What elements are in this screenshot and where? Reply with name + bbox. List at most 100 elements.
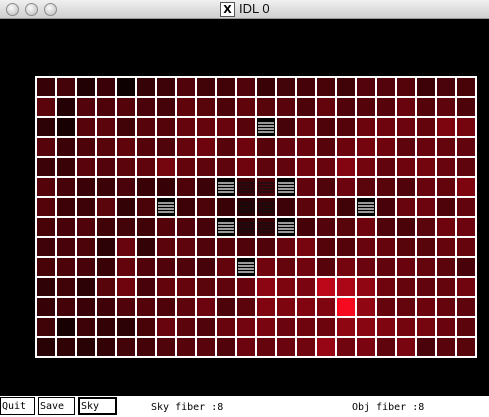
fiber-cell[interactable] xyxy=(75,216,97,238)
zoom-window-button[interactable] xyxy=(44,3,57,16)
fiber-cell[interactable] xyxy=(115,296,137,318)
fiber-cell[interactable] xyxy=(35,76,57,98)
fiber-cell[interactable] xyxy=(115,236,137,258)
fiber-cell[interactable] xyxy=(35,136,57,158)
fiber-cell[interactable] xyxy=(415,276,437,298)
fiber-cell[interactable] xyxy=(375,316,397,338)
fiber-cell[interactable] xyxy=(235,336,257,358)
fiber-cell[interactable] xyxy=(155,216,177,238)
fiber-cell[interactable] xyxy=(215,136,237,158)
fiber-cell[interactable] xyxy=(335,96,357,118)
fiber-cell[interactable] xyxy=(335,156,357,178)
fiber-cell[interactable] xyxy=(415,96,437,118)
fiber-cell[interactable] xyxy=(35,156,57,178)
fiber-cell[interactable] xyxy=(355,76,377,98)
fiber-cell[interactable] xyxy=(355,256,377,278)
fiber-cell[interactable] xyxy=(415,336,437,358)
fiber-cell[interactable] xyxy=(335,256,357,278)
fiber-cell[interactable] xyxy=(175,76,197,98)
fiber-cell[interactable] xyxy=(315,276,337,298)
fiber-cell[interactable] xyxy=(395,96,417,118)
fiber-cell[interactable] xyxy=(255,136,277,158)
fiber-cell[interactable] xyxy=(155,116,177,138)
fiber-cell[interactable] xyxy=(355,316,377,338)
fiber-cell[interactable] xyxy=(175,96,197,118)
fiber-cell[interactable] xyxy=(455,236,477,258)
fiber-cell[interactable] xyxy=(75,316,97,338)
quit-button[interactable]: Quit xyxy=(0,397,35,415)
plot-canvas[interactable] xyxy=(0,19,489,395)
fiber-cell[interactable] xyxy=(215,196,237,218)
fiber-cell[interactable] xyxy=(55,196,77,218)
fiber-cell[interactable] xyxy=(215,336,237,358)
fiber-cell[interactable] xyxy=(175,136,197,158)
fiber-cell[interactable] xyxy=(75,236,97,258)
fiber-cell[interactable] xyxy=(155,276,177,298)
fiber-cell[interactable] xyxy=(155,96,177,118)
fiber-cell[interactable] xyxy=(295,196,317,218)
fiber-cell[interactable] xyxy=(215,256,237,278)
sky-fiber-cell[interactable] xyxy=(215,176,237,198)
fiber-cell[interactable] xyxy=(75,336,97,358)
fiber-cell[interactable] xyxy=(335,236,357,258)
fiber-cell[interactable] xyxy=(215,76,237,98)
fiber-cell[interactable] xyxy=(135,176,157,198)
fiber-cell[interactable] xyxy=(235,76,257,98)
fiber-cell[interactable] xyxy=(275,296,297,318)
fiber-cell[interactable] xyxy=(75,136,97,158)
fiber-cell[interactable] xyxy=(195,116,217,138)
fiber-cell[interactable] xyxy=(135,156,157,178)
fiber-cell[interactable] xyxy=(255,76,277,98)
fiber-cell[interactable] xyxy=(295,256,317,278)
fiber-cell[interactable] xyxy=(175,316,197,338)
close-window-button[interactable] xyxy=(6,3,19,16)
fiber-cell[interactable] xyxy=(115,96,137,118)
fiber-cell[interactable] xyxy=(235,156,257,178)
sky-fiber-cell[interactable] xyxy=(255,116,277,138)
fiber-cell[interactable] xyxy=(235,276,257,298)
fiber-cell[interactable] xyxy=(275,136,297,158)
fiber-cell[interactable] xyxy=(375,156,397,178)
fiber-cell[interactable] xyxy=(115,196,137,218)
fiber-cell[interactable] xyxy=(35,276,57,298)
object-fiber-cell[interactable] xyxy=(235,196,257,218)
fiber-cell[interactable] xyxy=(455,216,477,238)
object-fiber-cell[interactable] xyxy=(255,196,277,218)
fiber-cell[interactable] xyxy=(135,136,157,158)
fiber-cell[interactable] xyxy=(395,256,417,278)
fiber-cell[interactable] xyxy=(135,336,157,358)
fiber-cell[interactable] xyxy=(75,276,97,298)
fiber-cell[interactable] xyxy=(55,216,77,238)
fiber-cell[interactable] xyxy=(135,196,157,218)
fiber-cell[interactable] xyxy=(275,316,297,338)
fiber-cell[interactable] xyxy=(255,256,277,278)
sky-fiber-cell[interactable] xyxy=(275,176,297,198)
fiber-cell[interactable] xyxy=(275,336,297,358)
fiber-cell[interactable] xyxy=(55,336,77,358)
fiber-cell[interactable] xyxy=(375,76,397,98)
fiber-cell[interactable] xyxy=(175,336,197,358)
fiber-cell[interactable] xyxy=(295,156,317,178)
fiber-cell[interactable] xyxy=(235,116,257,138)
sky-button[interactable]: Sky xyxy=(78,397,117,415)
fiber-cell[interactable] xyxy=(95,216,117,238)
fiber-cell[interactable] xyxy=(235,136,257,158)
fiber-cell[interactable] xyxy=(455,276,477,298)
fiber-cell[interactable] xyxy=(215,96,237,118)
fiber-cell[interactable] xyxy=(195,296,217,318)
fiber-cell[interactable] xyxy=(95,236,117,258)
fiber-cell[interactable] xyxy=(95,256,117,278)
fiber-cell[interactable] xyxy=(375,176,397,198)
fiber-cell[interactable] xyxy=(195,156,217,178)
fiber-cell[interactable] xyxy=(195,336,217,358)
fiber-cell[interactable] xyxy=(115,276,137,298)
sky-fiber-cell[interactable] xyxy=(275,216,297,238)
fiber-cell[interactable] xyxy=(295,276,317,298)
fiber-cell[interactable] xyxy=(455,196,477,218)
fiber-cell[interactable] xyxy=(415,316,437,338)
fiber-cell[interactable] xyxy=(155,136,177,158)
fiber-cell[interactable] xyxy=(355,296,377,318)
fiber-cell[interactable] xyxy=(335,136,357,158)
fiber-cell[interactable] xyxy=(175,236,197,258)
fiber-cell[interactable] xyxy=(395,236,417,258)
